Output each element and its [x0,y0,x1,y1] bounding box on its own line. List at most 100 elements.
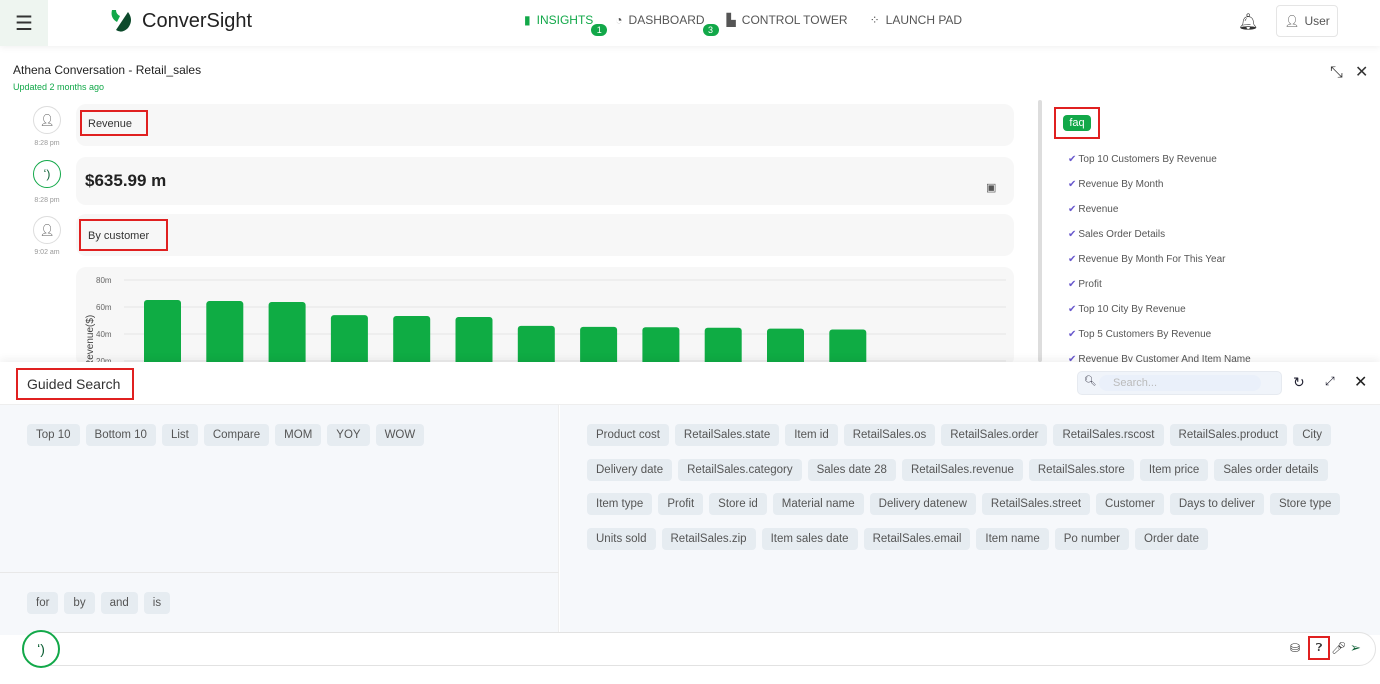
chip[interactable]: RetailSales.order [941,424,1048,446]
expand-icon[interactable]: ⤢ [1325,374,1335,389]
help-chat-icon[interactable]: ❓︎ [1308,636,1330,660]
close-guided-icon[interactable]: ✕ [1354,372,1367,392]
faq-tab[interactable]: faq [1054,107,1100,139]
chip[interactable]: Po number [1054,527,1130,550]
chip[interactable]: RetailSales.state [674,424,780,446]
chip[interactable]: RetailSales.street [981,493,1091,515]
chip[interactable]: Profit [658,493,704,515]
copy-icon[interactable]: ▣ [986,181,996,194]
faq-item[interactable]: ✔ Top 5 Customers By Revenue [1068,329,1251,354]
chip[interactable]: Item price [1139,458,1209,481]
nav-insights[interactable]: ▮ INSIGHTS 1 [524,13,608,36]
chip[interactable]: is [143,592,171,614]
faq-item[interactable]: ✔ Revenue [1068,204,1251,229]
bot-answer: $635.99 m ▣ [76,157,1014,205]
faq-item-label: Revenue By Month For This Year [1078,254,1226,265]
microphone-icon[interactable]: 🎤︎ [1331,641,1346,655]
message-text: Revenue [80,110,148,136]
chip[interactable]: Item type [587,493,653,515]
scrollbar[interactable] [1038,100,1042,362]
chip[interactable]: Item sales date [761,527,858,550]
chip[interactable]: Units sold [587,527,656,550]
chip[interactable]: YOY [327,424,370,446]
faq-item[interactable]: ✔ Profit [1068,279,1251,304]
chip[interactable]: Top 10 [27,424,80,446]
chip[interactable]: Delivery date [587,458,673,481]
conversight-logo-icon [111,10,131,32]
guided-search-title: Guided Search [16,368,134,400]
chip[interactable]: RetailSales.zip [661,527,756,550]
faq-item-label: Top 5 Customers By Revenue [1078,329,1212,340]
timestamp: 8:28 pm [34,140,60,147]
chip[interactable]: Item name [976,527,1049,550]
nav-control-tower[interactable]: ▙ CONTROL TOWER [727,13,848,27]
chip[interactable]: RetailSales.os [843,424,936,446]
chip[interactable]: WOW [375,424,425,446]
search-input[interactable]: Search... [1099,375,1261,391]
close-icon[interactable]: ✕ [1355,62,1368,82]
chip[interactable]: RetailSales.store [1028,458,1134,481]
check-icon: ✔ [1068,329,1077,340]
faq-item[interactable]: ✔ Sales Order Details [1068,229,1251,254]
chip[interactable]: by [64,592,95,614]
chip[interactable]: City [1293,424,1332,446]
control-tower-icon: ▙ [726,13,736,27]
y-tick-label: 60m [96,303,112,312]
user-message: By customer [76,214,1014,256]
chip[interactable]: Store id [709,493,767,515]
faq-item[interactable]: ✔ Top 10 Customers By Revenue [1068,154,1251,179]
insights-icon: ▮ [524,13,531,27]
chip[interactable]: Sales date 28 [807,458,896,481]
collapse-icon[interactable]: ⤡ [1330,64,1343,82]
chip[interactable]: Material name [772,493,864,515]
faq-item[interactable]: ✔ Revenue By Month For This Year [1068,254,1251,279]
chip[interactable]: RetailSales.product [1169,424,1288,446]
logo[interactable]: ConverSight [108,8,252,34]
database-icon[interactable]: ⛁ [1290,641,1300,655]
chip[interactable]: RetailSales.category [678,458,802,481]
chip[interactable]: List [161,424,198,446]
launch-pad-icon: ⁘ [869,13,880,27]
chip[interactable]: Product cost [587,424,669,446]
chip[interactable]: for [27,592,59,614]
nav-label: INSIGHTS [536,13,594,27]
bell-icon[interactable]: 🔔︎ [1238,12,1258,32]
user-menu[interactable]: 👤︎ User [1276,5,1338,37]
nav-badge: 3 [702,24,719,36]
chip[interactable]: and [100,592,138,614]
faq-list: ✔ Top 10 Customers By Revenue ✔ Revenue By … [1068,154,1251,379]
check-icon: ✔ [1068,179,1077,190]
bar-chart: 80m60m40m20mRevenue($) [85,276,1006,367]
chip[interactable]: Days to deliver [1169,493,1264,515]
chip[interactable]: Store type [1269,493,1341,515]
bar [455,316,493,367]
bot-avatar: ʻ) [33,160,61,188]
chip[interactable]: Sales order details [1214,458,1328,481]
chip[interactable]: Customer [1096,493,1164,515]
faq-item-label: Profit [1078,279,1102,290]
chip[interactable]: RetailSales.rscost [1053,424,1164,446]
query-input[interactable]: ⛁ ❓︎ 🎤︎ ➢ [24,632,1376,666]
chip[interactable]: Item id [785,424,838,446]
chip[interactable]: Order date [1135,527,1208,550]
chip[interactable]: Bottom 10 [85,424,156,446]
user-label: User [1304,14,1330,28]
hamburger-menu-icon[interactable]: ☰ [0,0,48,46]
nav-dashboard[interactable]: ◔ DASHBOARD 3 [615,13,719,36]
faq-item[interactable]: ✔ Top 10 City By Revenue [1068,304,1251,329]
field-chips: Product cost RetailSales.state Item id Reta… [587,424,1372,550]
faq-item[interactable]: ✔ Revenue By Month [1068,179,1251,204]
check-icon: ✔ [1068,279,1077,290]
bar [268,302,306,367]
y-tick-label: 80m [96,276,112,285]
chip[interactable]: RetailSales.revenue [901,458,1023,481]
chip[interactable]: Delivery datenew [869,493,976,515]
search-box[interactable]: 🔍︎ Search... [1077,371,1282,395]
reset-icon[interactable]: ↻ [1293,374,1305,391]
chip[interactable]: MOM [275,424,322,446]
chip[interactable]: RetailSales.email [863,527,971,550]
chip[interactable]: Compare [203,424,270,446]
nav-launch-pad[interactable]: ⁘ LAUNCH PAD [870,13,963,27]
send-icon[interactable]: ➢ [1350,640,1361,656]
bar [393,316,431,367]
